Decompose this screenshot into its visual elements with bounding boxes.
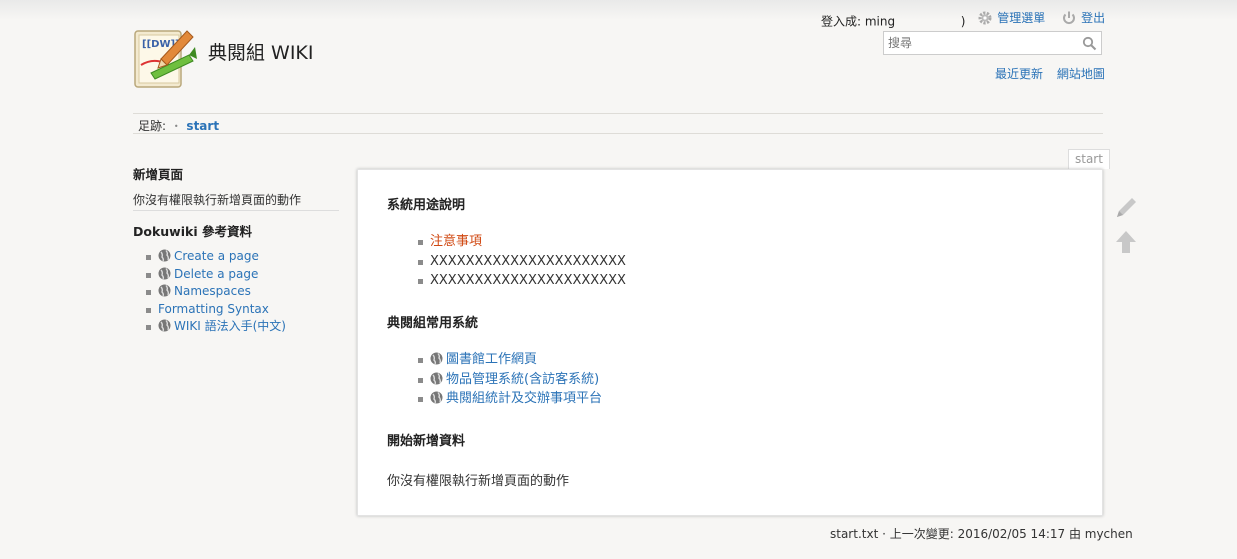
system-link[interactable]: 典閱組統計及交辦事項平台 bbox=[446, 391, 602, 406]
add-data-no-permission: 你沒有權限執行新增頁面的動作 bbox=[387, 474, 570, 489]
admin-menu-label[interactable]: 管理選單 bbox=[997, 9, 1045, 26]
search-icon[interactable] bbox=[1082, 36, 1097, 51]
logged-in-close: ) bbox=[960, 14, 966, 29]
sidebar: 新增頁面 你沒有權限執行新增頁面的動作 Dokuwiki 參考資料 Create… bbox=[133, 158, 339, 336]
list-item: XXXXXXXXXXXXXXXXXXXXXX bbox=[418, 252, 626, 272]
list-item: XXXXXXXXXXXXXXXXXXXXXX bbox=[418, 271, 626, 291]
list-item-notice[interactable]: 注意事項 bbox=[418, 232, 626, 252]
list-item-statistics-platform[interactable]: 典閱組統計及交辦事項平台 bbox=[418, 389, 602, 409]
edit-page-button[interactable] bbox=[1113, 195, 1139, 221]
recent-changes-link[interactable]: 最近更新 bbox=[995, 67, 1043, 81]
globe-icon bbox=[430, 352, 443, 365]
sidebar-heading-new-page: 新增頁面 bbox=[133, 167, 184, 182]
gear-icon bbox=[978, 11, 992, 24]
globe-icon bbox=[158, 249, 171, 262]
globe-icon bbox=[158, 267, 171, 279]
breadcrumb-bullet: • bbox=[173, 122, 179, 131]
globe-icon bbox=[430, 391, 443, 404]
doc-info: start.txt · 上一次變更: 2016/02/05 14:17 由 my… bbox=[830, 527, 1133, 541]
system-link[interactable]: 物品管理系統(含訪客系統) bbox=[446, 372, 599, 387]
section-heading-purpose: 系統用途說明 bbox=[387, 198, 466, 213]
page-tools bbox=[1113, 195, 1139, 263]
purpose-list: 注意事項 XXXXXXXXXXXXXXXXXXXXXX XXXXXXXXXXXX… bbox=[418, 232, 626, 291]
systems-list: 圖書館工作網頁 物品管理系統(含訪客系統) 典閱組統計及交辦事項平台 bbox=[418, 350, 602, 409]
globe-icon bbox=[158, 319, 171, 332]
globe-icon bbox=[430, 372, 443, 384]
power-icon bbox=[1063, 11, 1076, 24]
page-id-tab: start bbox=[1068, 149, 1110, 169]
list-item-library-work-page[interactable]: 圖書館工作網頁 bbox=[418, 350, 602, 370]
sidebar-link-label[interactable]: Delete a page bbox=[174, 267, 258, 281]
sitemap-link[interactable]: 網站地圖 bbox=[1057, 67, 1105, 81]
dokuwiki-logo[interactable]: [[DW]] bbox=[131, 25, 201, 95]
admin-menu-link[interactable]: 管理選單 bbox=[977, 9, 1045, 26]
logged-in-user: 登入成: ming bbox=[821, 14, 896, 29]
breadcrumb-label: 足跡: bbox=[138, 119, 167, 133]
sidebar-link-label[interactable]: WIKI 語法入手(中文) bbox=[174, 319, 286, 333]
sidebar-no-permission: 你沒有權限執行新增頁面的動作 bbox=[133, 191, 339, 211]
list-item-text: XXXXXXXXXXXXXXXXXXXXXX bbox=[430, 273, 626, 288]
logout-link[interactable]: 登出 bbox=[1061, 9, 1105, 26]
notice-link[interactable]: 注意事項 bbox=[430, 234, 482, 249]
search-form bbox=[883, 31, 1102, 55]
search-input[interactable] bbox=[884, 32, 1082, 54]
user-tools: 登入成: ming ) 管理選單 登出 bbox=[821, 9, 1105, 30]
page-content: 系統用途說明 注意事項 XXXXXXXXXXXXXXXXXXXXXX XXXXX… bbox=[357, 169, 1103, 516]
sidebar-link-list: Create a page Delete a page Namespaces F… bbox=[133, 248, 339, 336]
sidebar-heading-reference: Dokuwiki 參考資料 bbox=[133, 224, 252, 239]
globe-icon bbox=[158, 284, 171, 297]
site-tools: 最近更新 網站地圖 bbox=[995, 65, 1115, 82]
sidebar-item-namespaces[interactable]: Namespaces bbox=[146, 283, 339, 301]
breadcrumb-bar: 足跡: • start bbox=[133, 113, 1103, 134]
list-item-text: XXXXXXXXXXXXXXXXXXXXXX bbox=[430, 253, 626, 269]
arrow-up-icon bbox=[1116, 231, 1136, 253]
wiki-title[interactable]: 典閱組 WIKI bbox=[208, 38, 314, 65]
list-item-asset-management[interactable]: 物品管理系統(含訪客系統) bbox=[418, 370, 602, 390]
sidebar-item-wiki-syntax-zh[interactable]: WIKI 語法入手(中文) bbox=[146, 318, 339, 336]
pencil-icon bbox=[1117, 198, 1136, 217]
sidebar-item-create-page[interactable]: Create a page bbox=[146, 248, 339, 266]
sidebar-item-delete-page[interactable]: Delete a page bbox=[146, 266, 339, 284]
sidebar-link-label[interactable]: Namespaces bbox=[174, 284, 251, 298]
sidebar-link-label[interactable]: Create a page bbox=[174, 249, 259, 263]
breadcrumb-item-start[interactable]: start bbox=[186, 119, 219, 133]
breadcrumb: 足跡: • start bbox=[138, 117, 219, 134]
back-to-top-button[interactable] bbox=[1113, 229, 1139, 255]
section-heading-systems: 典閱組常用系統 bbox=[387, 316, 479, 331]
logout-label[interactable]: 登出 bbox=[1081, 9, 1105, 26]
sidebar-link-label[interactable]: Formatting Syntax bbox=[158, 302, 269, 316]
sidebar-item-formatting-syntax[interactable]: Formatting Syntax bbox=[146, 301, 339, 319]
system-link[interactable]: 圖書館工作網頁 bbox=[446, 352, 537, 367]
section-heading-add-data: 開始新增資料 bbox=[387, 434, 466, 449]
